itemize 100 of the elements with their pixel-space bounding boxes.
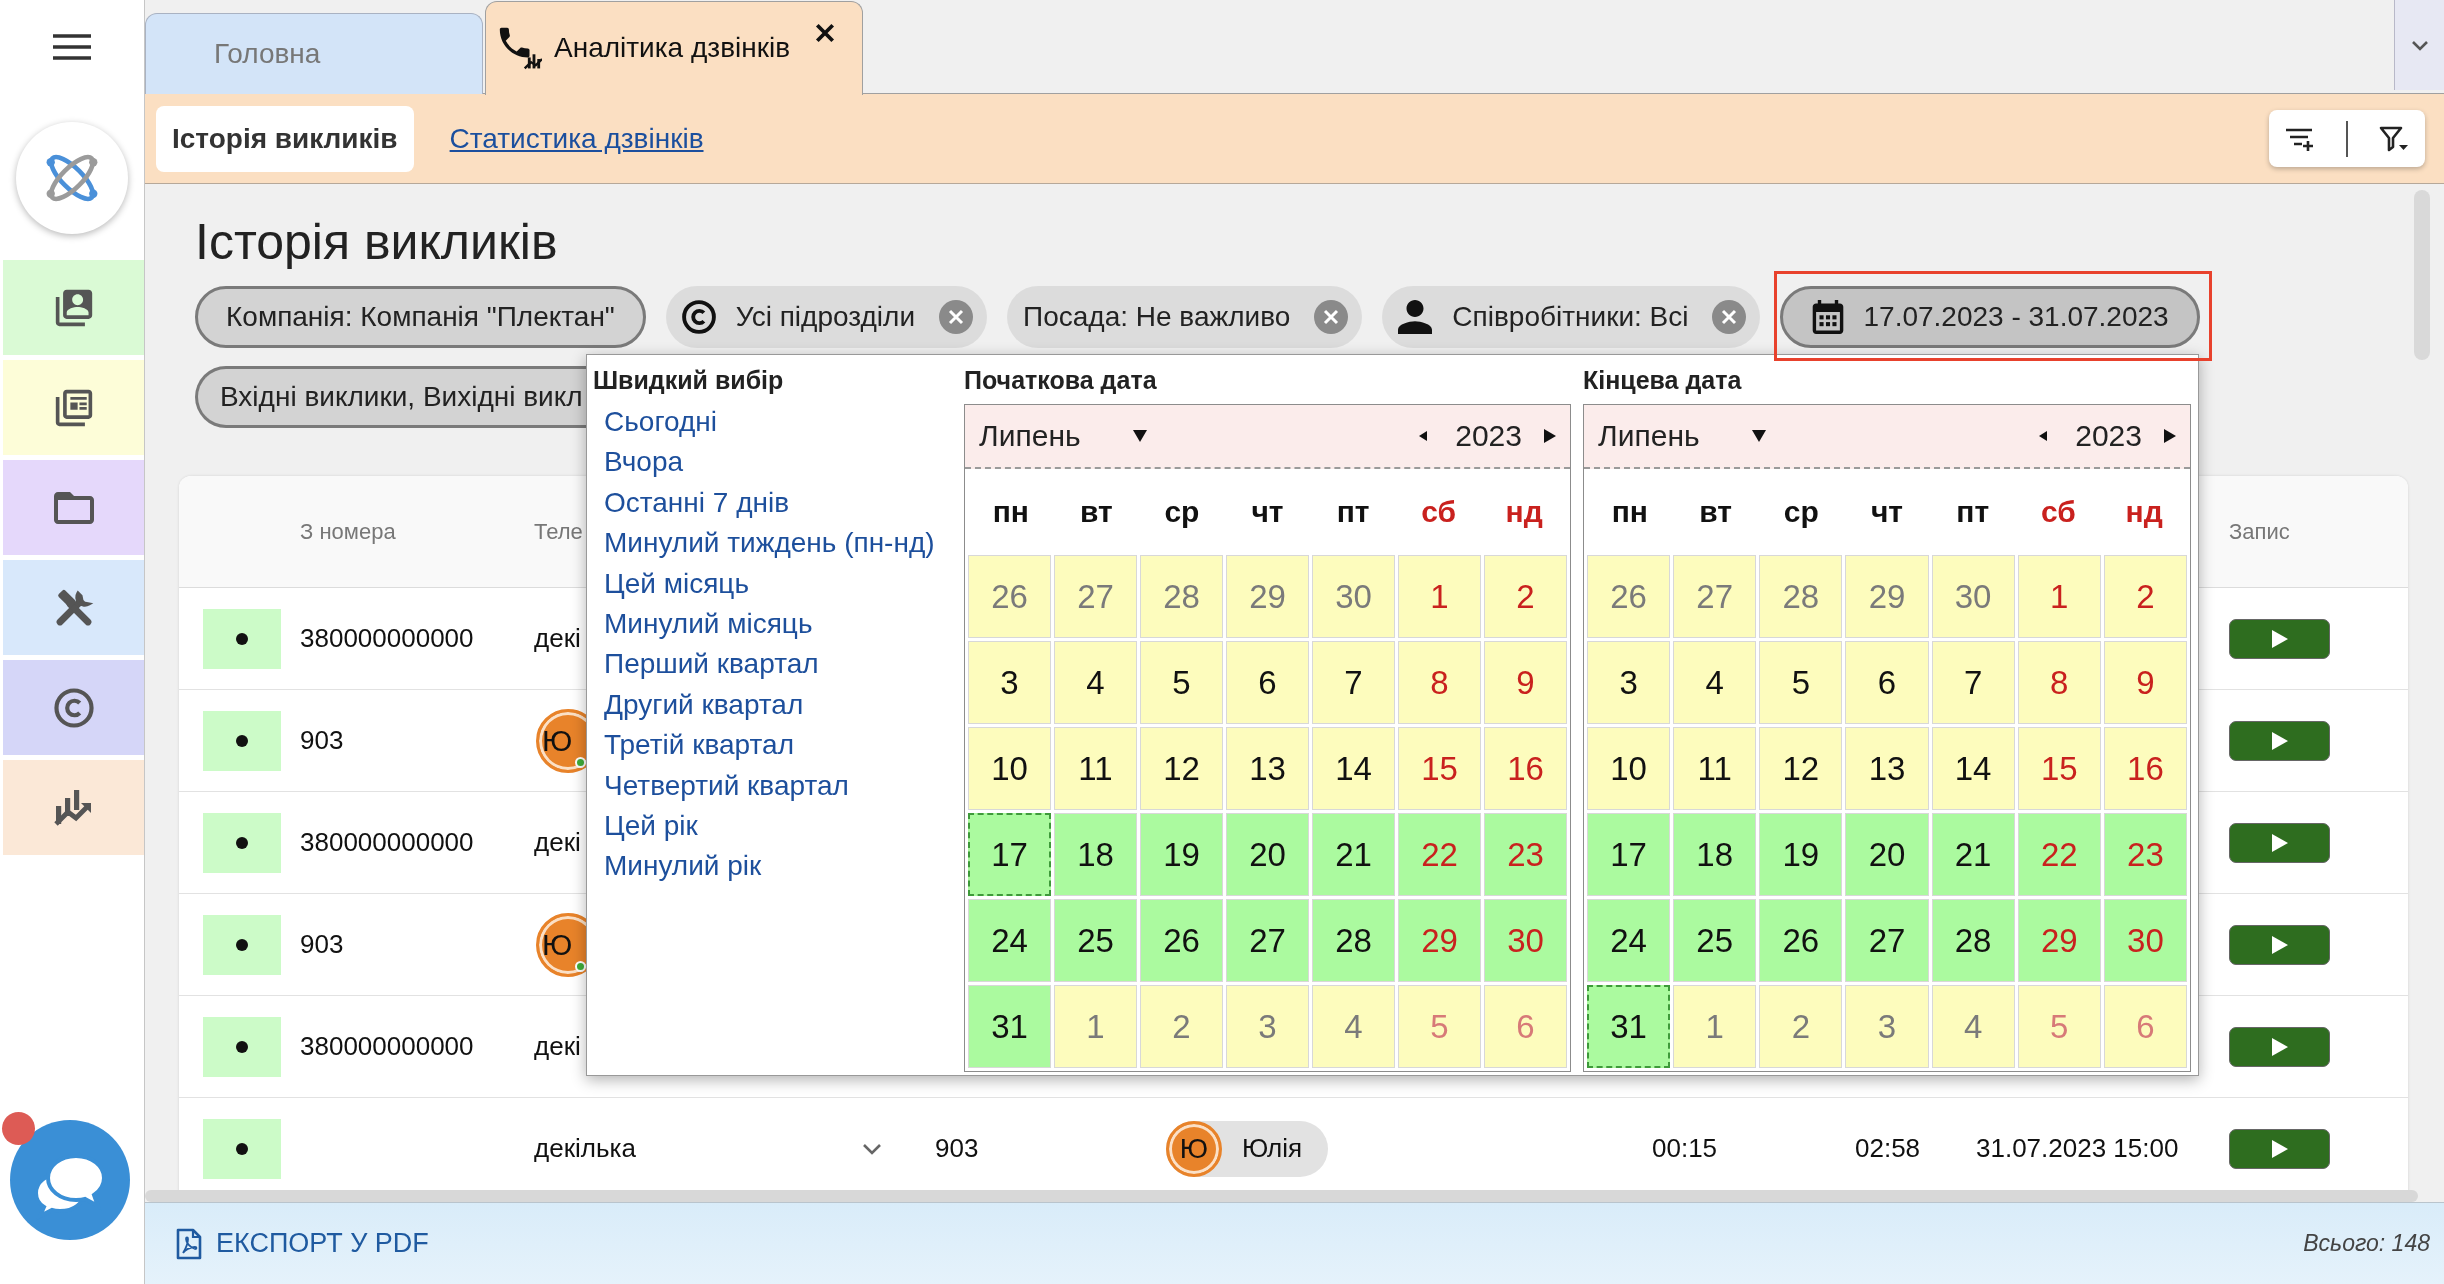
day-cell[interactable]: 28: [1140, 555, 1223, 638]
day-cell[interactable]: 11: [1054, 727, 1137, 810]
export-pdf-button[interactable]: ЕКСПОРТ У PDF: [176, 1227, 429, 1260]
close-circle-icon[interactable]: [1314, 300, 1349, 334]
filter-chip[interactable]: Компанія: Компанія "Плектан": [195, 286, 646, 348]
day-cell[interactable]: 6: [1226, 641, 1309, 724]
day-cell[interactable]: 15: [1398, 727, 1481, 810]
menu-icon[interactable]: [53, 34, 91, 60]
play-button[interactable]: [2229, 924, 2330, 965]
day-cell[interactable]: 2: [1140, 985, 1223, 1068]
quick-select-link[interactable]: Минулий тиждень (пн-нд): [604, 523, 935, 564]
day-cell[interactable]: 30: [1931, 555, 2015, 638]
day-cell[interactable]: 28: [1759, 555, 1843, 638]
day-cell[interactable]: 26: [968, 555, 1051, 638]
day-cell[interactable]: 27: [1226, 899, 1309, 982]
day-cell[interactable]: 18: [1673, 813, 1757, 896]
day-cell[interactable]: 9: [1484, 641, 1567, 724]
quick-select-link[interactable]: Минулий рік: [604, 846, 762, 887]
day-cell[interactable]: 19: [1140, 813, 1223, 896]
day-cell[interactable]: 30: [2103, 899, 2187, 982]
day-cell[interactable]: 26: [1759, 899, 1843, 982]
play-button[interactable]: [2229, 1026, 2330, 1067]
quick-select-link[interactable]: Перший квартал: [604, 644, 819, 685]
day-cell[interactable]: 29: [1845, 555, 1929, 638]
day-cell[interactable]: 27: [1054, 555, 1137, 638]
filter-icon[interactable]: [2379, 125, 2410, 152]
day-cell[interactable]: 6: [1845, 641, 1929, 724]
day-cell[interactable]: 4: [1673, 641, 1757, 724]
day-cell[interactable]: 28: [1931, 899, 2015, 982]
day-cell[interactable]: 24: [1587, 899, 1671, 982]
day-cell[interactable]: 14: [1312, 727, 1395, 810]
chevron-down-icon[interactable]: [862, 1142, 882, 1155]
day-cell[interactable]: 28: [1312, 899, 1395, 982]
day-cell[interactable]: 17: [968, 813, 1051, 896]
nav-item[interactable]: [3, 560, 144, 655]
day-cell[interactable]: 3: [1587, 641, 1671, 724]
day-cell[interactable]: 20: [1226, 813, 1309, 896]
day-cell[interactable]: 11: [1673, 727, 1757, 810]
day-cell[interactable]: 3: [968, 641, 1051, 724]
quick-select-link[interactable]: Другий квартал: [604, 684, 804, 726]
nav-item[interactable]: [3, 460, 144, 555]
day-cell[interactable]: 1: [1673, 985, 1757, 1068]
day-cell[interactable]: 13: [1845, 727, 1929, 810]
filter-chip[interactable]: Посада: Не важливо: [1007, 286, 1363, 348]
day-cell[interactable]: 31: [1587, 985, 1671, 1068]
month-select[interactable]: Липень: [1598, 419, 1766, 453]
day-cell[interactable]: 14: [1931, 727, 2015, 810]
quick-select-link[interactable]: Останні 7 днів: [604, 482, 790, 524]
day-cell[interactable]: 19: [1759, 813, 1843, 896]
caret-left-icon[interactable]: [1419, 431, 1428, 441]
day-cell[interactable]: 12: [1759, 727, 1843, 810]
day-cell[interactable]: 31: [968, 985, 1051, 1068]
logo-icon[interactable]: [16, 122, 128, 234]
scrollbar[interactable]: [145, 1190, 2418, 1202]
day-cell[interactable]: 18: [1054, 813, 1137, 896]
chat-icon[interactable]: [10, 1120, 130, 1240]
subtab[interactable]: Історія викликів: [156, 105, 414, 172]
day-cell[interactable]: 30: [1312, 555, 1395, 638]
day-cell[interactable]: 7: [1312, 641, 1395, 724]
close-circle-icon[interactable]: [939, 300, 974, 334]
day-cell[interactable]: 2: [2103, 555, 2187, 638]
day-cell[interactable]: 25: [1054, 899, 1137, 982]
day-cell[interactable]: 22: [1398, 813, 1481, 896]
filter-chip[interactable]: Усі підрозділи: [665, 286, 988, 348]
caret-right-icon[interactable]: [2164, 429, 2176, 443]
quick-select-link[interactable]: Минулий місяць: [604, 604, 813, 645]
day-cell[interactable]: 8: [1398, 641, 1481, 724]
caret-right-icon[interactable]: [1544, 429, 1556, 443]
day-cell[interactable]: 1: [1398, 555, 1481, 638]
day-cell[interactable]: 27: [1673, 555, 1757, 638]
month-select[interactable]: Липень: [979, 419, 1147, 453]
subtab[interactable]: Статистика дзвінків: [449, 122, 704, 155]
filter-chip[interactable]: Вхідні виклики, Вихідні викл: [195, 366, 586, 428]
day-cell[interactable]: 2: [1484, 555, 1567, 638]
day-cell[interactable]: 10: [1587, 727, 1671, 810]
day-cell[interactable]: 26: [1140, 899, 1223, 982]
day-cell[interactable]: 16: [2103, 727, 2187, 810]
day-cell[interactable]: 3: [1226, 985, 1309, 1068]
tab[interactable]: Аналітика дзвінків: [485, 0, 863, 95]
play-button[interactable]: [2229, 720, 2330, 761]
day-cell[interactable]: 30: [1484, 899, 1567, 982]
day-cell[interactable]: 16: [1484, 727, 1567, 810]
quick-select-link[interactable]: Цей рік: [604, 806, 698, 847]
day-cell[interactable]: 29: [2017, 899, 2101, 982]
day-cell[interactable]: 17: [1587, 813, 1671, 896]
nav-item[interactable]: [3, 660, 144, 755]
quick-select-link[interactable]: Сьогодні: [604, 402, 717, 443]
close-circle-icon[interactable]: [1712, 300, 1747, 334]
quick-select-link[interactable]: Цей місяць: [604, 563, 749, 605]
day-cell[interactable]: 4: [1054, 641, 1137, 724]
day-cell[interactable]: 9: [2103, 641, 2187, 724]
play-button[interactable]: [2229, 822, 2330, 863]
quick-select-link[interactable]: Третій квартал: [604, 725, 794, 766]
day-cell[interactable]: 7: [1931, 641, 2015, 724]
nav-item[interactable]: [3, 760, 144, 855]
day-cell[interactable]: 4: [1312, 985, 1395, 1068]
caret-left-icon[interactable]: [2039, 431, 2048, 441]
filter-chip[interactable]: 17.07.2023 - 31.07.2023: [1780, 286, 2200, 348]
day-cell[interactable]: 5: [1140, 641, 1223, 724]
day-cell[interactable]: 24: [968, 899, 1051, 982]
